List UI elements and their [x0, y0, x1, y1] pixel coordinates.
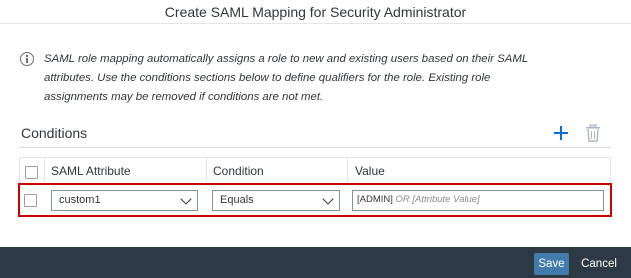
delete-condition-button[interactable]: [585, 124, 601, 142]
dialog-title: Create SAML Mapping for Security Adminis…: [164, 4, 467, 20]
info-icon: [20, 52, 34, 66]
select-all-checkbox[interactable]: [25, 166, 38, 179]
saml-attribute-value: custom1: [59, 194, 101, 206]
column-divider: [347, 158, 348, 185]
section-divider: [19, 147, 611, 148]
column-header-condition[interactable]: Condition: [213, 158, 264, 185]
conditions-title: Conditions: [21, 125, 88, 141]
column-divider: [44, 158, 45, 185]
condition-select[interactable]: Equals: [212, 190, 340, 211]
add-condition-button[interactable]: [553, 125, 569, 141]
save-button[interactable]: Save: [534, 253, 569, 275]
chevron-down-icon: [322, 193, 334, 205]
value-token: [ADMIN]: [357, 194, 393, 205]
table-header: SAML Attribute Condition Value: [20, 158, 610, 185]
column-header-saml-attribute[interactable]: SAML Attribute: [51, 158, 131, 185]
cancel-button[interactable]: Cancel: [576, 253, 622, 275]
row-checkbox[interactable]: [24, 194, 37, 207]
info-message: SAML role mapping automatically assigns …: [44, 53, 528, 103]
dialog-header: Create SAML Mapping for Security Adminis…: [0, 0, 631, 24]
saml-attribute-select[interactable]: custom1: [51, 190, 198, 211]
value-input[interactable]: [ADMIN] OR [Attribute Value]: [352, 190, 604, 211]
value-placeholder: OR [Attribute Value]: [395, 194, 480, 205]
trash-icon: [586, 124, 600, 142]
column-header-value[interactable]: Value: [355, 158, 385, 185]
chevron-down-icon: [180, 193, 192, 205]
column-divider: [206, 158, 207, 185]
condition-value: Equals: [220, 194, 254, 206]
dialog-footer: Save Cancel: [0, 247, 631, 278]
